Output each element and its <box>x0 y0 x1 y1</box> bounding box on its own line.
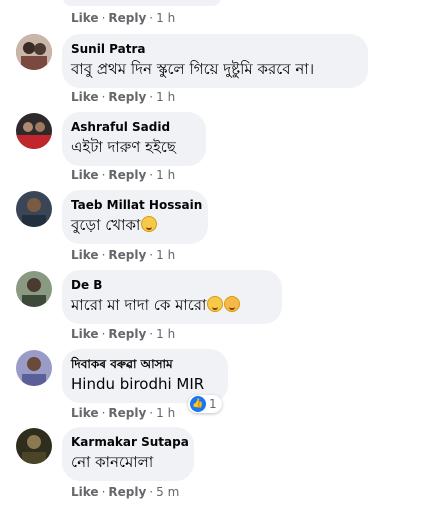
like-link[interactable]: Like <box>71 168 99 182</box>
comment-actions: Like · Reply · 5 m <box>71 485 180 499</box>
like-link[interactable]: Like <box>71 485 99 499</box>
reply-link[interactable]: Reply <box>108 485 146 499</box>
like-link[interactable]: Like <box>71 248 99 262</box>
like-reaction-icon: 👍 <box>190 396 206 412</box>
comment-time[interactable]: 1 h <box>156 168 175 182</box>
comment-author[interactable]: Taeb Millat Hossain <box>71 198 202 213</box>
comment-actions: Like · Reply · 1 h <box>71 406 176 420</box>
scrollbar-track[interactable] <box>421 0 429 509</box>
comment-author[interactable]: দিবাকৰ বৰুৱা আসাম <box>71 357 216 372</box>
comment-text: এইটা দারুণ হইছে <box>71 138 176 156</box>
comment-time[interactable]: 1 h <box>156 327 175 341</box>
comment-bubble: De B মারো মা দাদা কে মারো <box>62 270 282 324</box>
comment-time[interactable]: 5 m <box>156 485 179 499</box>
comment-bubble: Ashraful Sadid এইটা দারুণ হইছে <box>62 112 206 166</box>
avatar[interactable] <box>16 34 52 70</box>
avatar-image-icon <box>16 350 52 386</box>
avatar[interactable] <box>16 113 52 149</box>
avatar[interactable] <box>16 428 52 464</box>
reaction-badge[interactable]: 👍 1 <box>188 395 222 413</box>
like-link[interactable]: Like <box>71 90 99 104</box>
smiling-emoji-icon <box>224 296 241 312</box>
reply-link[interactable]: Reply <box>108 168 146 182</box>
comment-text: বুড়ো খোকা <box>71 215 196 235</box>
grinning-emoji-icon <box>141 216 158 232</box>
comment-text: বাবু প্রথম দিন স্কুলে গিয়ে দুষ্টুমি করব… <box>71 60 315 78</box>
reply-link[interactable]: Reply <box>108 327 146 341</box>
comment-time[interactable]: 1 h <box>156 406 175 420</box>
avatar[interactable] <box>16 271 52 307</box>
avatar[interactable] <box>16 350 52 386</box>
comment-actions: Like · Reply · 1 h <box>71 90 176 104</box>
comment-bubble: Taeb Millat Hossain বুড়ো খোকা <box>62 190 208 244</box>
comment-bubble: Karmakar Sutapa নো কানমোলা <box>62 427 194 481</box>
avatar-image-icon <box>16 428 52 464</box>
comment-text: মারো মা দাদা কে মারো <box>71 295 270 315</box>
avatar-image-icon <box>16 113 52 149</box>
comment-time[interactable]: 1 h <box>156 248 175 262</box>
comment-text: নো কানমোলা <box>71 453 154 471</box>
comment-time[interactable]: 1 h <box>156 90 175 104</box>
like-link[interactable]: Like <box>71 11 99 25</box>
comment-time[interactable]: 1 h <box>156 11 175 25</box>
comment-actions: Like · Reply · 1 h <box>71 327 176 341</box>
avatar-image-icon <box>16 34 52 70</box>
comment-actions: Like · Reply · 1 h <box>71 168 176 182</box>
comment-author[interactable]: Sunil Patra <box>71 42 356 57</box>
comment-author[interactable]: Ashraful Sadid <box>71 120 194 135</box>
comment-text: Hindu birodhi MIR <box>71 375 205 393</box>
avatar-image-icon <box>16 191 52 227</box>
reply-link[interactable]: Reply <box>108 90 146 104</box>
grinning-emoji-icon <box>207 296 224 312</box>
reaction-count: 1 <box>209 397 217 411</box>
comment-author[interactable]: Karmakar Sutapa <box>71 435 189 450</box>
like-link[interactable]: Like <box>71 406 99 420</box>
previous-comment-bubble <box>62 0 222 6</box>
avatar-image-icon <box>16 271 52 307</box>
comment-actions: Like · Reply · 1 h <box>71 248 176 262</box>
reply-link[interactable]: Reply <box>108 11 146 25</box>
reply-link[interactable]: Reply <box>108 406 146 420</box>
like-link[interactable]: Like <box>71 327 99 341</box>
comment-actions: Like · Reply · 1 h <box>71 11 176 25</box>
comment-author[interactable]: De B <box>71 278 270 293</box>
reply-link[interactable]: Reply <box>108 248 146 262</box>
avatar[interactable] <box>16 191 52 227</box>
comment-bubble: Sunil Patra বাবু প্রথম দিন স্কুলে গিয়ে … <box>62 34 368 88</box>
